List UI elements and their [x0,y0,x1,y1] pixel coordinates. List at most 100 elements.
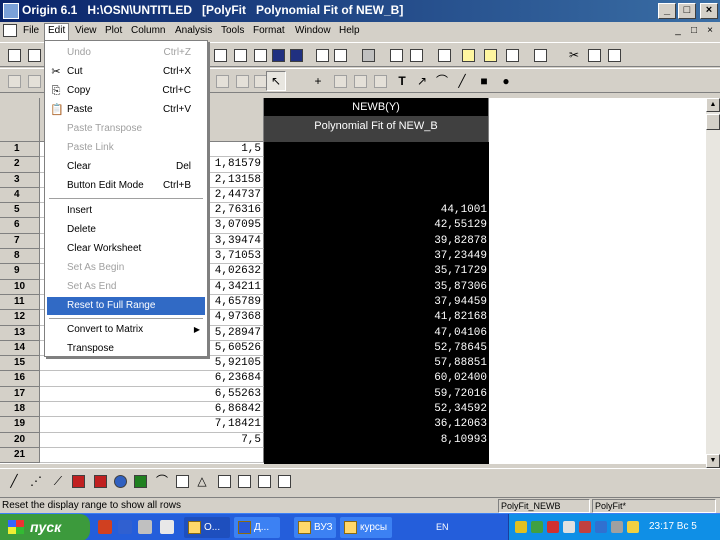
row-header[interactable]: 13 [0,325,40,341]
screen-reader-icon[interactable] [330,71,350,91]
column-c-cell[interactable]: 37,94459 [264,295,489,310]
media-quicklaunch-icon[interactable] [118,520,132,534]
import-ascii-icon[interactable] [312,45,332,65]
layout-page-icon[interactable] [274,471,294,491]
vector-plot-icon[interactable] [234,471,254,491]
circle-tool-icon[interactable]: ● [496,71,516,91]
mdi-minimize-button[interactable]: _ [672,25,684,37]
menu-item-set-as-begin[interactable]: Set As Begin [47,259,205,277]
menu-window[interactable]: Window [292,24,334,37]
column-b-cell[interactable]: 7,18421 [40,417,264,433]
project-explorer-icon[interactable] [434,45,454,65]
column-c-cell[interactable]: 59,72016 [264,387,489,402]
row-header[interactable]: 17 [0,386,40,403]
text-tool-icon[interactable]: T [392,71,412,91]
menu-edit[interactable]: Edit [44,23,70,40]
origin-app-icon[interactable] [3,3,19,19]
menu-format[interactable]: Format [250,24,288,37]
menu-file[interactable]: File [20,24,42,37]
row-header[interactable]: 1 [0,142,40,158]
print-icon[interactable] [358,45,378,65]
import-multiple-icon[interactable] [330,45,350,65]
menu-item-delete[interactable]: Delete [47,221,205,239]
layer-icon[interactable] [212,71,232,91]
row-header[interactable]: 7 [0,233,40,250]
menu-item-button-edit-mode[interactable]: Button Edit Mode Ctrl+B [47,177,205,195]
row-header[interactable]: 16 [0,371,40,387]
column-c-cell[interactable]: 35,87306 [264,280,489,295]
column-c-cell[interactable] [264,448,489,463]
column-c-cell[interactable] [264,142,489,157]
explorer-quicklaunch-icon[interactable] [160,520,174,534]
column-b-cell[interactable]: 6,23684 [40,371,264,387]
rectangle-tool-icon[interactable]: ■ [474,71,494,91]
data-selector-icon[interactable] [370,71,390,91]
update-icon[interactable] [595,521,607,533]
battery-icon[interactable] [611,521,623,533]
menu-view[interactable]: View [72,24,100,37]
open-excel-icon[interactable] [250,45,270,65]
copy-icon[interactable] [584,45,604,65]
row-header[interactable]: 19 [0,417,40,433]
open-icon[interactable] [210,45,230,65]
data-reader-icon[interactable] [350,71,370,91]
ternary-plot-icon[interactable]: △ [192,471,212,491]
menu-plot[interactable]: Plot [102,24,125,37]
menu-column[interactable]: Column [128,24,168,37]
save-template-icon[interactable] [286,45,306,65]
row-header[interactable]: 2 [0,157,40,173]
column-c-cell[interactable]: 52,78645 [264,341,489,356]
line-plot-icon[interactable]: ╱ [4,471,24,491]
scatter-plot-icon[interactable]: ⋰ [26,471,46,491]
menu-item-convert-to-matrix[interactable]: Convert to Matrix ▶ [47,321,205,339]
column-c-cell[interactable]: 44,1001 [264,203,489,218]
column-c-cell[interactable]: 41,82168 [264,310,489,325]
column-c-cell[interactable]: 39,82878 [264,234,489,249]
close-button[interactable]: × [700,3,718,19]
row-header[interactable]: 4 [0,187,40,204]
start-button[interactable]: пуск [0,514,90,540]
statistics-plot-icon[interactable] [172,471,192,491]
scroll-thumb[interactable] [706,114,720,130]
add-text-icon[interactable] [530,45,550,65]
scroll-up-icon[interactable]: ▲ [706,98,720,112]
pie-chart-icon[interactable] [110,471,130,491]
column-c-cell[interactable]: 37,23449 [264,249,489,264]
column-c-header[interactable]: NEWB(Y) Polynomial Fit of NEW_B [264,98,489,142]
template-plot-icon[interactable] [254,471,274,491]
double-y-plot-icon[interactable] [214,471,234,491]
task-document[interactable]: Д... [234,517,280,538]
new-project-icon[interactable] [4,45,24,65]
maximize-button[interactable]: □ [678,3,696,19]
column-b-cell[interactable]: 7,5 [40,432,264,448]
column-b-cell[interactable]: 6,86842 [40,402,264,418]
open-template-icon[interactable] [230,45,250,65]
refresh-icon[interactable] [386,45,406,65]
task-origin[interactable]: O... [184,517,230,538]
menu-item-clear[interactable]: Clear Del [47,158,205,176]
menu-help[interactable]: Help [336,24,363,37]
menu-item-clear-worksheet[interactable]: Clear Worksheet [47,240,205,258]
scroll-down-icon[interactable]: ▼ [706,454,720,468]
column-c-cell[interactable]: 52,34592 [264,402,489,417]
language-indicator[interactable]: EN [436,522,449,532]
mdi-close-button[interactable]: × [704,25,716,37]
cut-icon[interactable]: ✂ [564,45,584,65]
column-c-cell[interactable]: 42,55129 [264,218,489,233]
column-c-cell[interactable]: 60,02400 [264,371,489,386]
pointer-icon[interactable]: ↖ [266,71,286,91]
mdi-restore-button[interactable]: □ [688,25,700,37]
worksheet-corner[interactable] [0,98,40,142]
column-c-cell[interactable]: 8,10993 [264,433,489,448]
antivirus-icon[interactable] [547,521,559,533]
menu-item-transpose[interactable]: Transpose [47,340,205,358]
column-b-cell[interactable]: 6,55263 [40,386,264,403]
mail-icon[interactable] [579,521,591,533]
bar-plot-icon[interactable] [90,471,110,491]
line-symbol-plot-icon[interactable]: ⟋ [48,471,68,491]
row-header[interactable]: 20 [0,432,40,448]
task-kursy-folder[interactable]: курсы [340,517,392,538]
menu-tools[interactable]: Tools [218,24,247,37]
column-c-cell[interactable] [264,173,489,188]
row-header[interactable]: 21 [0,447,40,464]
